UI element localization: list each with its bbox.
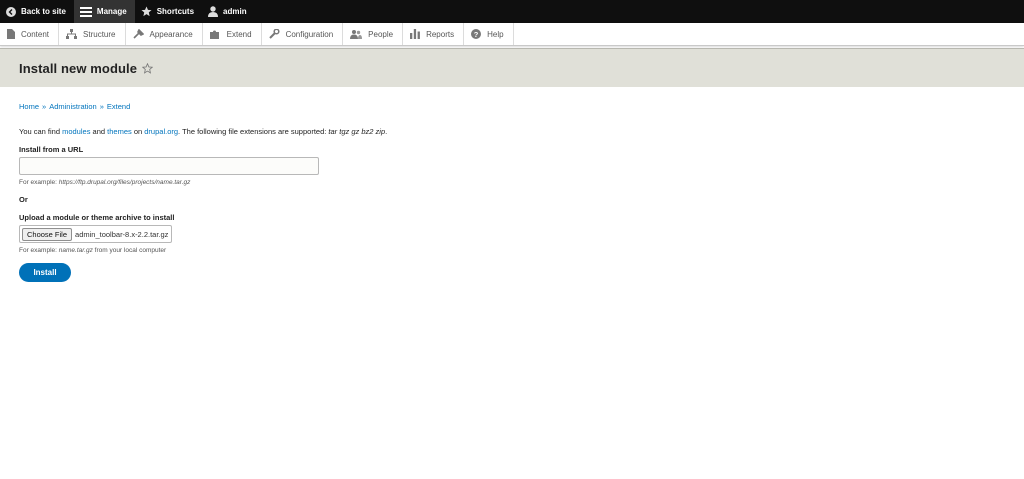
shortcut-star-icon[interactable] [142, 62, 154, 74]
selected-file-name: admin_toolbar-8.x-2.2.tar.gz [75, 229, 169, 239]
install-url-input[interactable] [19, 157, 319, 175]
extend-icon [209, 30, 219, 39]
tray-item-label: People [368, 29, 394, 39]
tray-item-label: Help [487, 29, 504, 39]
appearance-icon [132, 29, 144, 39]
breadcrumb-separator: » [42, 102, 47, 111]
admin-menu-tray: Content Structure Appearance Extend Conf… [0, 23, 1024, 46]
choose-file-button[interactable]: Choose File [22, 227, 73, 241]
people-icon [350, 30, 363, 39]
intro-suffix: . The following file extensions are supp… [178, 127, 329, 136]
breadcrumb-home[interactable]: Home [19, 102, 39, 111]
hint-prefix: For example: [19, 247, 59, 254]
tray-item-structure[interactable]: Structure [59, 23, 126, 45]
intro-on: on [131, 127, 145, 136]
content-icon [7, 29, 15, 39]
tray-item-label: Reports [426, 29, 455, 39]
manage-label: Manage [96, 7, 127, 16]
intro-and: and [90, 127, 108, 136]
intro-end: . [385, 127, 388, 136]
shortcuts-label: Shortcuts [156, 7, 195, 16]
hint-example: https://ftp.drupal.org/files/projects/na… [58, 179, 191, 186]
themes-link[interactable]: themes [107, 127, 132, 136]
tray-item-reports[interactable]: Reports [403, 23, 465, 45]
shortcuts-tab[interactable]: Shortcuts [135, 0, 202, 23]
help-icon: ? [471, 29, 482, 39]
hint-suffix: from your local computer [92, 247, 167, 254]
hint-prefix: For example: [19, 179, 59, 186]
drupal-org-link[interactable]: drupal.org [144, 127, 178, 136]
page-title: Install new module [19, 60, 138, 76]
upload-hint: For example: name.tar.gz from your local… [19, 247, 1005, 254]
hint-example: name.tar.gz [58, 247, 93, 254]
install-url-hint: For example: https://ftp.drupal.org/file… [19, 179, 1005, 186]
tray-item-content[interactable]: Content [0, 23, 60, 45]
admin-toolbar: Back to site Manage Shortcuts admin [0, 0, 1024, 23]
tray-item-people[interactable]: People [343, 23, 404, 45]
main-content: Home» Administration» Extend You can find … [0, 102, 1024, 282]
breadcrumb-administration[interactable]: Administration [49, 102, 97, 111]
upload-label: Upload a module or theme archive to inst… [19, 213, 175, 222]
svg-text:?: ? [474, 30, 479, 39]
breadcrumb-extend[interactable]: Extend [107, 102, 130, 111]
menu-icon [79, 6, 92, 17]
user-tab[interactable]: admin [202, 0, 255, 23]
intro-prefix: You can find [19, 127, 63, 136]
back-arrow-icon [6, 6, 16, 17]
modules-link[interactable]: modules [62, 127, 90, 136]
file-upload-field[interactable]: Choose File admin_toolbar-8.x-2.2.tar.gz [19, 225, 173, 243]
back-to-site-link[interactable]: Back to site [0, 0, 74, 23]
tray-item-extend[interactable]: Extend [203, 23, 262, 45]
reports-icon [410, 29, 420, 39]
tray-item-appearance[interactable]: Appearance [126, 23, 203, 45]
structure-icon [66, 29, 78, 39]
manage-tab[interactable]: Manage [73, 0, 135, 23]
user-icon [208, 6, 219, 17]
install-button[interactable]: Install [19, 263, 71, 282]
tray-item-label: Extend [226, 29, 252, 39]
tray-item-label: Structure [83, 29, 116, 39]
intro-text: You can find modules and themes on drupa… [19, 127, 1005, 136]
supported-extensions: tar tgz gz bz2 zip [328, 127, 386, 136]
breadcrumb: Home» Administration» Extend [19, 102, 1005, 111]
configuration-icon [268, 29, 280, 39]
tray-item-help[interactable]: ? Help [464, 23, 514, 45]
back-to-site-label: Back to site [21, 7, 66, 16]
tray-item-label: Configuration [285, 29, 334, 39]
star-icon [141, 6, 152, 17]
tray-item-label: Appearance [149, 29, 193, 39]
install-url-label: Install from a URL [19, 145, 84, 154]
breadcrumb-separator: » [99, 102, 104, 111]
or-separator: Or [19, 195, 28, 204]
user-label: admin [223, 7, 247, 16]
page-header: Install new module [0, 48, 1024, 87]
tray-item-configuration[interactable]: Configuration [262, 23, 344, 45]
tray-item-label: Content [21, 29, 50, 39]
